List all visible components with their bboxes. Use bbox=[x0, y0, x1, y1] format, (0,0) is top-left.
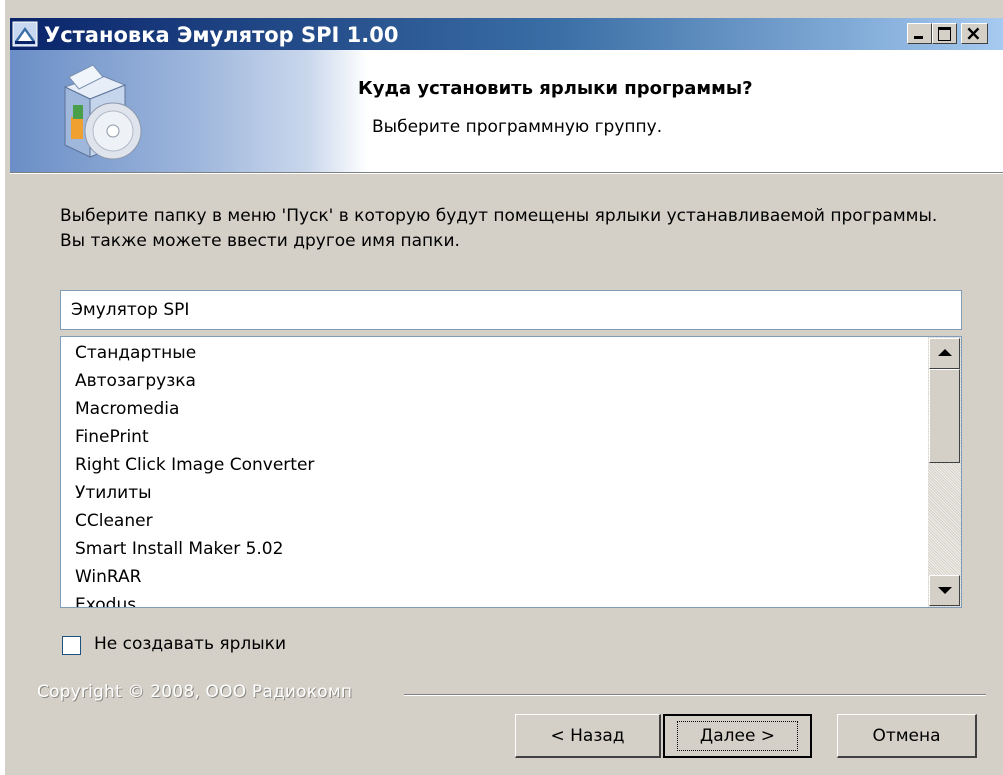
list-item[interactable]: WinRAR bbox=[75, 567, 142, 587]
back-button-label: < Назад bbox=[550, 725, 625, 746]
start-menu-folder-list[interactable]: Стандартные Автозагрузка Macromedia Fine… bbox=[60, 336, 962, 608]
list-item[interactable]: Right Click Image Converter bbox=[75, 455, 314, 475]
minimize-icon[interactable] bbox=[907, 23, 932, 44]
title-bar[interactable]: Установка Эмулятор SPI 1.00 × bbox=[10, 18, 1003, 50]
installer-box-cd-icon bbox=[63, 64, 142, 160]
footer-divider bbox=[404, 694, 986, 696]
no-shortcuts-checkbox[interactable] bbox=[62, 636, 81, 655]
list-item[interactable]: Утилиты bbox=[75, 483, 152, 503]
list-item[interactable]: CCleaner bbox=[75, 511, 153, 531]
no-shortcuts-label[interactable]: Не создавать ярлыки bbox=[94, 634, 286, 654]
list-scrollbar[interactable] bbox=[928, 337, 961, 607]
page-subtitle: Выберите программную группу. bbox=[372, 117, 663, 137]
list-item[interactable]: Smart Install Maker 5.02 bbox=[75, 539, 283, 559]
window-title: Установка Эмулятор SPI 1.00 bbox=[44, 23, 399, 47]
description-text: Выберите папку в меню 'Пуск' в которую б… bbox=[60, 206, 938, 251]
cancel-button[interactable]: Отмена bbox=[837, 714, 977, 758]
list-item[interactable]: Стандартные bbox=[75, 343, 196, 363]
close-icon[interactable]: × bbox=[961, 21, 988, 45]
list-item[interactable]: Macromedia bbox=[75, 399, 179, 419]
header-divider bbox=[10, 173, 1003, 174]
back-button[interactable]: < Назад bbox=[515, 714, 661, 758]
scroll-down-arrow-icon[interactable] bbox=[929, 575, 960, 606]
maximize-icon[interactable] bbox=[932, 23, 957, 44]
wizard-header bbox=[10, 50, 1003, 173]
page-title: Куда установить ярлыки программы? bbox=[358, 78, 753, 99]
next-button[interactable]: Далее > bbox=[663, 714, 812, 758]
scroll-up-arrow-icon[interactable] bbox=[929, 338, 960, 369]
next-button-label: Далее > bbox=[676, 721, 799, 751]
list-item[interactable]: Exodus bbox=[75, 595, 136, 607]
cancel-button-label: Отмена bbox=[872, 725, 941, 746]
list-item[interactable]: FinePrint bbox=[75, 427, 149, 447]
setup-app-icon bbox=[12, 21, 38, 47]
list-item[interactable]: Автозагрузка bbox=[75, 371, 196, 391]
folder-name-input[interactable] bbox=[60, 290, 962, 330]
scroll-thumb[interactable] bbox=[929, 369, 960, 463]
copyright-text: Copyright © 2008, ООО Радиокомп bbox=[37, 682, 353, 702]
